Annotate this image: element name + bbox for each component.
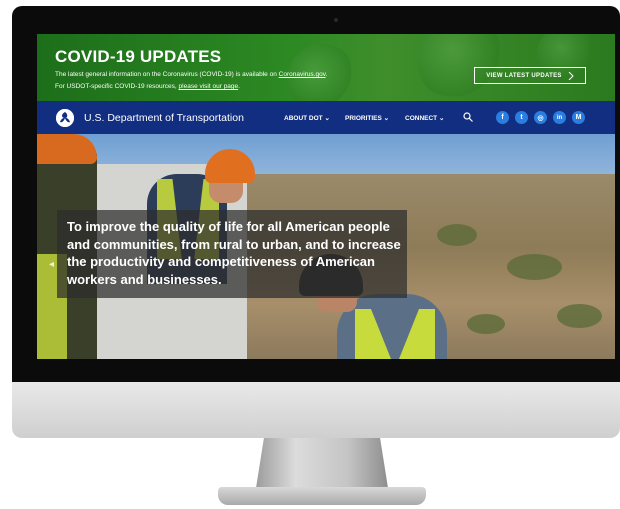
site-name-link[interactable]: U.S. Department of Transportation — [84, 112, 244, 124]
main-nav: U.S. Department of Transportation ABOUT … — [37, 101, 615, 134]
menu-connect[interactable]: CONNECT ⌄ — [405, 114, 444, 122]
coronavirus-gov-link[interactable]: Coronavirus.gov — [279, 71, 326, 78]
hero-bush — [557, 304, 602, 328]
banner-text-line2: For USDOT-specific COVID-19 resources, p… — [55, 83, 240, 90]
view-latest-updates-label: VIEW LATEST UPDATES — [486, 72, 562, 79]
monitor-base — [218, 487, 426, 505]
banner-text-line1: The latest general information on the Co… — [55, 71, 327, 78]
medium-icon[interactable]: M — [572, 111, 585, 124]
banner-line2-end: . — [238, 83, 240, 90]
menu-about-dot[interactable]: ABOUT DOT ⌄ — [284, 114, 330, 122]
covid-banner: COVID-19 UPDATES The latest general info… — [37, 34, 615, 101]
hero-bush — [507, 254, 562, 280]
carousel-prev-icon[interactable]: ◂ — [49, 259, 54, 270]
hero-bush — [467, 314, 505, 334]
usdot-covid-link[interactable]: please visit our page — [179, 83, 239, 90]
menu-priorities[interactable]: PRIORITIES ⌄ — [345, 114, 389, 122]
linkedin-icon[interactable]: in — [553, 111, 566, 124]
hero-bush — [437, 224, 477, 246]
hero-section: ◂ To improve the quality of life for all… — [37, 134, 615, 359]
chevron-right-icon — [568, 71, 574, 80]
camera-icon — [334, 18, 338, 22]
facebook-icon[interactable]: f — [496, 111, 509, 124]
banner-title: COVID-19 UPDATES — [55, 47, 222, 66]
monitor-chin — [12, 382, 620, 438]
dot-logo-icon[interactable] — [56, 109, 74, 127]
monitor-stand — [256, 438, 388, 488]
banner-line1-end: . — [325, 71, 328, 78]
twitter-icon[interactable]: t — [515, 111, 528, 124]
hero-helmet-left — [37, 134, 97, 164]
browser-screen: COVID-19 UPDATES The latest general info… — [37, 34, 615, 359]
search-icon[interactable] — [463, 112, 473, 122]
instagram-icon[interactable]: ◎ — [534, 111, 547, 124]
banner-line1-text: The latest general information on the Co… — [55, 71, 279, 78]
view-latest-updates-button[interactable]: VIEW LATEST UPDATES — [474, 67, 586, 84]
banner-line2-text: For USDOT-specific COVID-19 resources, — [55, 83, 179, 90]
hero-caption: To improve the quality of life for all A… — [67, 219, 401, 287]
